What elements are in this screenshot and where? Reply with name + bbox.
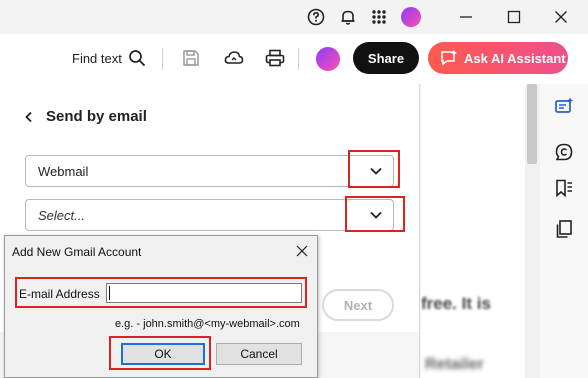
avatar[interactable] <box>316 47 340 71</box>
next-button[interactable]: Next <box>322 289 394 321</box>
find-text-label[interactable]: Find text <box>72 51 122 66</box>
ask-ai-assistant-button[interactable]: Ask AI Assistant <box>428 42 568 74</box>
ai-chat-icon[interactable] <box>554 97 574 117</box>
toolbar-divider <box>298 48 299 70</box>
vertical-scrollbar[interactable] <box>525 84 539 378</box>
share-button[interactable]: Share <box>353 42 419 74</box>
scroll-thumb[interactable] <box>527 84 537 164</box>
dialog-title: Add New Gmail Account <box>12 245 142 259</box>
save-icon[interactable] <box>182 49 200 72</box>
help-icon[interactable] <box>307 8 325 26</box>
email-account-placeholder: Select... <box>38 207 85 223</box>
cloud-icon[interactable] <box>224 49 244 72</box>
pages-icon[interactable] <box>554 219 574 239</box>
email-provider-select[interactable]: Webmail <box>25 155 394 187</box>
print-icon[interactable] <box>265 49 285 72</box>
apps-grid-icon[interactable] <box>370 8 388 26</box>
highlight-box <box>15 277 307 308</box>
bookmark-icon[interactable] <box>554 178 574 198</box>
email-hint: e.g. - john.smith@<my-webmail>.com <box>115 318 300 330</box>
document-text: Retailer <box>425 356 484 373</box>
cancel-button[interactable]: Cancel <box>216 343 302 365</box>
add-gmail-account-dialog: Add New Gmail Account E-mail Address e.g… <box>4 235 318 378</box>
highlight-box <box>345 196 405 232</box>
highlight-box <box>348 150 400 188</box>
document-text: free. It is <box>421 294 491 313</box>
toolbar: Find text Share Ask AI Assistant <box>0 34 588 84</box>
title-bar <box>0 0 588 34</box>
close-icon[interactable] <box>552 8 570 26</box>
ai-assistant-icon <box>440 50 458 69</box>
bell-icon[interactable] <box>339 8 357 26</box>
email-account-select[interactable]: Select... <box>25 199 394 231</box>
back-icon[interactable] <box>24 110 36 124</box>
ask-ai-assistant-label: Ask AI Assistant <box>464 50 566 66</box>
comment-icon[interactable] <box>554 142 574 162</box>
maximize-icon[interactable] <box>505 8 523 26</box>
dialog-close-icon[interactable] <box>293 242 311 260</box>
page-title: Send by email <box>46 108 147 125</box>
search-icon[interactable] <box>128 49 146 72</box>
email-provider-value: Webmail <box>38 163 89 179</box>
minimize-icon[interactable] <box>457 8 475 26</box>
toolbar-divider <box>162 48 163 70</box>
document-view: free. It is Retailer <box>421 84 525 378</box>
highlight-box <box>109 336 211 370</box>
avatar[interactable] <box>401 7 421 27</box>
right-tool-rail <box>540 84 588 378</box>
panel-header: Send by email <box>24 108 147 125</box>
